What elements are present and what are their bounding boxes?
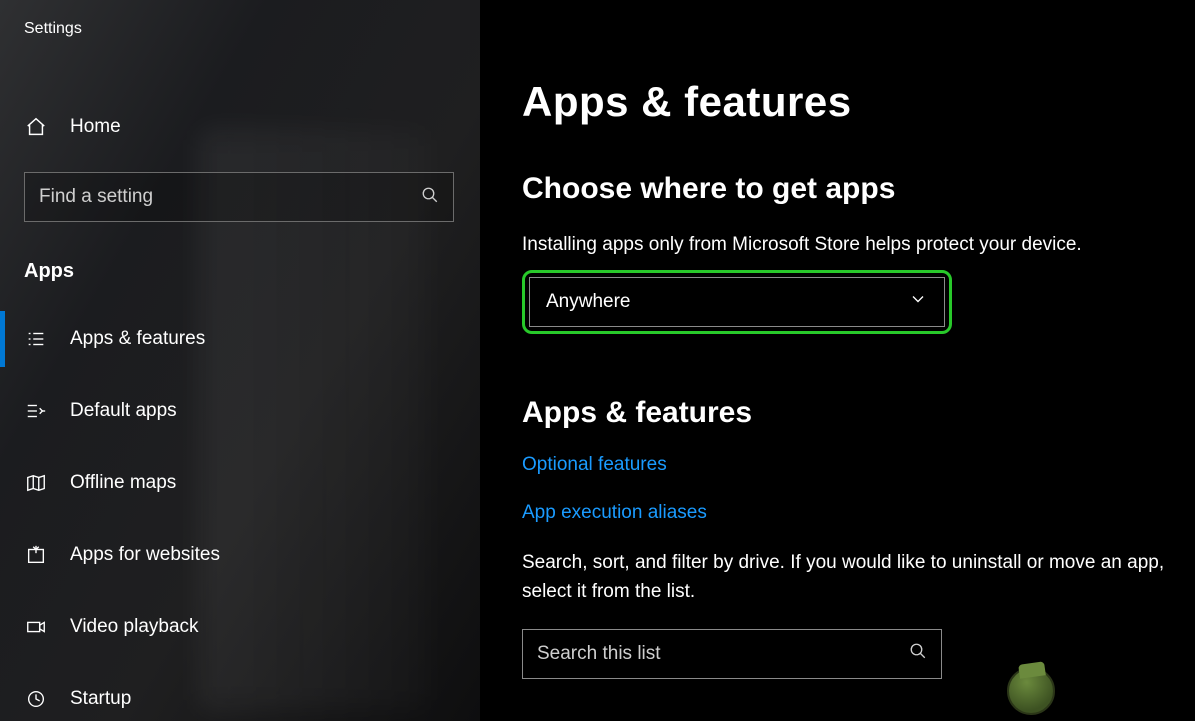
main-content: Apps & features Choose where to get apps…: [480, 0, 1195, 721]
sidebar-search-input[interactable]: [39, 186, 421, 208]
sidebar-item-label: Video playback: [70, 616, 199, 638]
sidebar-item-default-apps[interactable]: Default apps: [0, 375, 480, 447]
apps-features-heading: Apps & features: [522, 396, 1175, 430]
apps-list-search[interactable]: [522, 629, 942, 679]
sidebar-item-video-playback[interactable]: Video playback: [0, 591, 480, 663]
nav-home[interactable]: Home: [0, 100, 480, 154]
sidebar-item-label: Offline maps: [70, 472, 176, 494]
link-app-execution-aliases[interactable]: App execution aliases: [522, 502, 707, 524]
sidebar-item-apps-features[interactable]: Apps & features: [0, 303, 480, 375]
sidebar-item-offline-maps[interactable]: Offline maps: [0, 447, 480, 519]
apps-list-helper: Search, sort, and filter by drive. If yo…: [522, 548, 1175, 607]
sidebar-item-label: Startup: [70, 688, 131, 710]
sidebar-item-label: Default apps: [70, 400, 177, 422]
window-title: Settings: [0, 14, 480, 38]
link-optional-features[interactable]: Optional features: [522, 454, 667, 476]
list-icon: [24, 327, 48, 351]
video-icon: [24, 615, 48, 639]
chevron-down-icon: [908, 289, 928, 315]
sidebar-item-label: Apps for websites: [70, 544, 220, 566]
map-icon: [24, 471, 48, 495]
sidebar: Settings Home Apps Apps & features: [0, 0, 480, 721]
choose-apps-heading: Choose where to get apps: [522, 172, 1175, 206]
sidebar-item-startup[interactable]: Startup: [0, 663, 480, 721]
home-icon: [24, 115, 48, 139]
annotation-highlight: Anywhere: [522, 270, 952, 334]
search-icon: [909, 642, 927, 665]
dropdown-value: Anywhere: [546, 291, 631, 313]
apps-list-search-input[interactable]: [537, 643, 909, 665]
launch-icon: [24, 543, 48, 567]
search-icon: [421, 186, 439, 209]
page-title: Apps & features: [522, 78, 1175, 126]
sidebar-section-label: Apps: [0, 230, 480, 303]
sidebar-item-apps-websites[interactable]: Apps for websites: [0, 519, 480, 591]
app-source-dropdown[interactable]: Anywhere: [529, 277, 945, 327]
startup-icon: [24, 687, 48, 711]
choose-apps-helper: Installing apps only from Microsoft Stor…: [522, 234, 1175, 256]
nav-home-label: Home: [70, 116, 121, 138]
sidebar-item-label: Apps & features: [70, 328, 205, 350]
defaults-icon: [24, 399, 48, 423]
avatar: [1007, 667, 1055, 715]
sidebar-search[interactable]: [24, 172, 454, 222]
